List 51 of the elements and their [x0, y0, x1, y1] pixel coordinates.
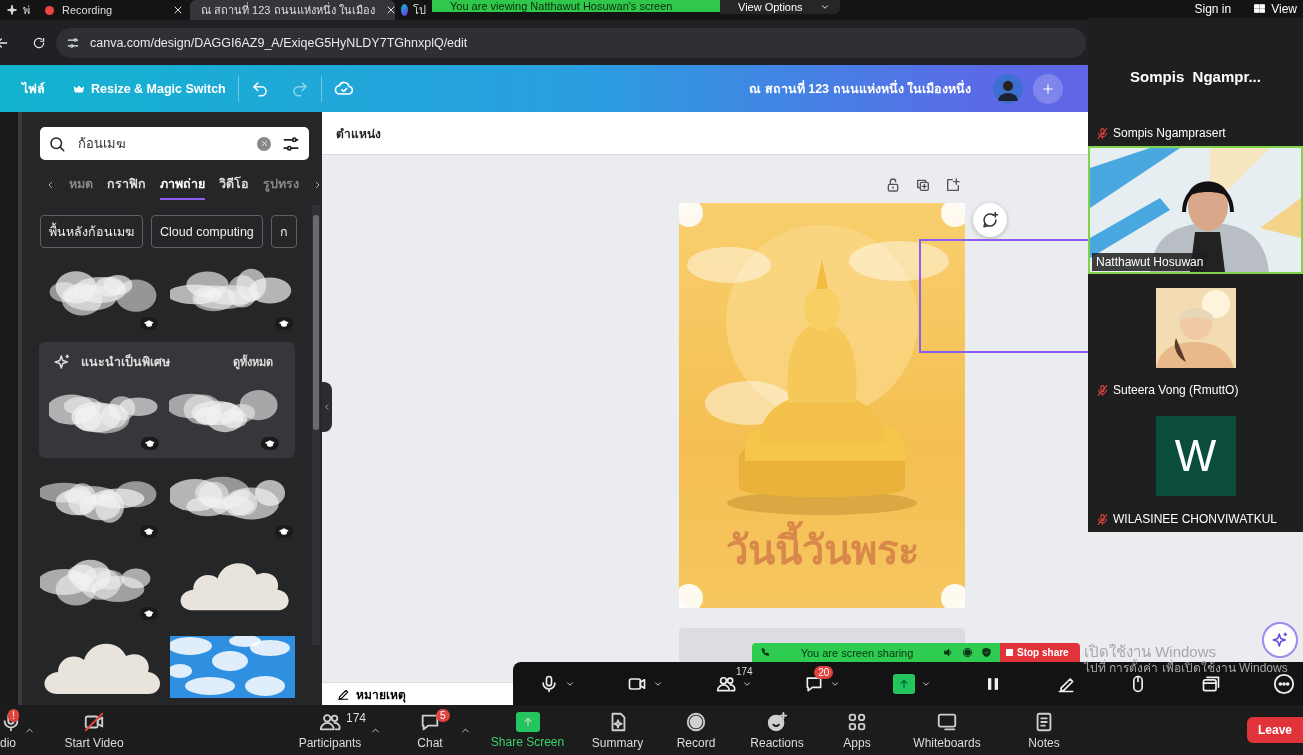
alert-badge: 5	[436, 709, 450, 722]
browser-tab[interactable]: ณ สถานที่ 123 ถนนแห่งหนึ่ง ในเมือง	[190, 0, 395, 20]
alert-badge: !	[8, 709, 19, 722]
participant-name: WILASINEE CHONVIWATKUL	[1113, 512, 1278, 526]
leave-button[interactable]: Leave	[1247, 717, 1303, 743]
unread-badge: 20	[814, 665, 834, 679]
category-tab[interactable]: วิดีโอ	[219, 170, 249, 200]
toolbar-label: ตำแหน่ง	[336, 125, 381, 143]
section-title: แนะนำเป็นพิเศษ	[81, 353, 170, 371]
viewing-banner: You are viewing Natthawut Hosuwan's screen	[432, 0, 720, 12]
browser-tab[interactable]: โป	[395, 0, 432, 20]
suggestion-chip[interactable]: Cloud computing	[151, 215, 263, 248]
summary-button[interactable]: Summary	[580, 705, 655, 755]
category-tab[interactable]: รูปทรง	[263, 170, 299, 200]
view-menu[interactable]: View	[1271, 1, 1297, 16]
apps-button[interactable]: Apps	[817, 705, 897, 755]
speaker-name: Sompis Ngampr...	[1130, 68, 1261, 86]
participant-tile[interactable]: Natthawut Hosuwan	[1088, 146, 1303, 274]
whiteboards-button[interactable]: Whiteboards	[897, 705, 997, 755]
design-title[interactable]: ณ สถานที่ 123 ถนนแห่งหนึ่ง ในเมืองหนึ่ง	[749, 78, 971, 99]
activation-notice: เปิดใช้งาน Windows	[1084, 643, 1217, 660]
search-field[interactable]: ก้อนเมฆ	[40, 127, 309, 160]
category-tab[interactable]: ภาพถ่าย	[160, 170, 205, 200]
category-tab[interactable]: หมด	[69, 170, 93, 200]
stop-share-button[interactable]: Stop share	[1000, 643, 1080, 662]
sharing-status: You are screen sharing	[799, 646, 915, 659]
browser-tab[interactable]: พ่ Recording	[0, 0, 190, 20]
share-button[interactable]: Share Screen	[475, 705, 580, 755]
participant-name: Sompis Ngamprasert	[1113, 126, 1226, 141]
record-button[interactable]: Record	[655, 705, 737, 755]
participant-name: Suteera Vong (RmuttO)	[1113, 383, 1239, 398]
reactions-button[interactable]: Reactions	[737, 705, 817, 755]
video-button[interactable]: Start Video	[44, 705, 144, 755]
address-bar[interactable]: canva.com/design/DAGGI6AZ9_A/ExiqeG5HyNLDY7TGhnxplQ/edit	[56, 27, 1086, 58]
search-input[interactable]: ก้อนเมฆ	[76, 135, 247, 152]
participant-name: Natthawut Hosuwan	[1096, 254, 1204, 269]
notes-label[interactable]: หมายเหตุ	[356, 684, 406, 704]
chat-button[interactable]: Chat 5	[400, 705, 460, 755]
sign-in-link[interactable]: Sign in	[1194, 1, 1232, 16]
participant-count: 174	[346, 711, 367, 725]
participants-button[interactable]: Participants 174	[290, 705, 370, 755]
suggestion-chip[interactable]: พื้นหลังก้อนเมฆ	[40, 215, 143, 248]
view-options-button[interactable]: View Options	[720, 0, 840, 14]
participant-count: 174	[735, 665, 753, 677]
audio-button[interactable]: dio !	[0, 705, 24, 755]
see-all-link[interactable]: ดูทั้งหมด	[227, 352, 279, 372]
category-tab[interactable]: กราฟิก	[107, 170, 146, 200]
initial-avatar: W	[1155, 416, 1236, 497]
recording-label: Recording	[62, 4, 113, 16]
suggestion-chip[interactable]: ก	[270, 215, 297, 248]
notes-button[interactable]: Notes	[997, 705, 1091, 755]
